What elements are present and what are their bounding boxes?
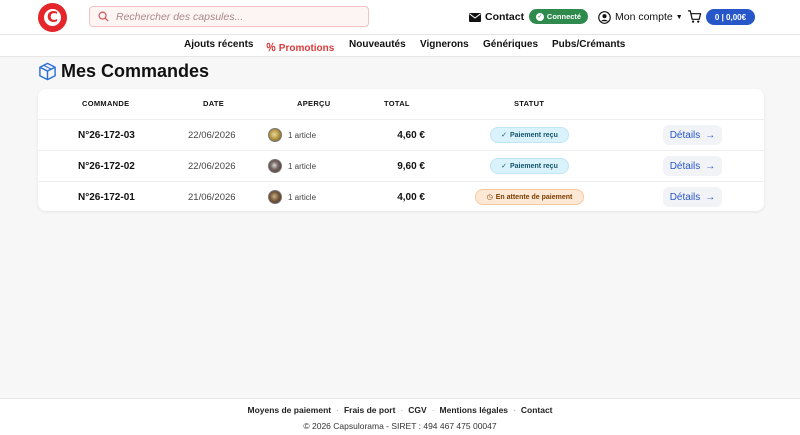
table-row: N°26-172-01 21/06/2026 1 article 4,00 € … <box>38 181 764 211</box>
arrow-right-icon: → <box>705 160 716 172</box>
orders-table: COMMANDE DATE APERÇU TOTAL STATUT N°26-1… <box>38 89 764 211</box>
status-label: En attente de paiement <box>495 193 573 201</box>
details-button[interactable]: Détails → <box>663 125 722 145</box>
separator: · <box>336 405 339 415</box>
preview-count: 1 article <box>288 130 317 140</box>
details-label: Détails <box>669 191 701 203</box>
footer-link-cgv[interactable]: CGV <box>408 405 426 415</box>
arrow-right-icon: → <box>705 191 716 203</box>
connected-label: Connecté <box>546 12 582 21</box>
capsule-thumbnail[interactable] <box>268 128 282 142</box>
clock-icon: ◷ <box>486 194 493 201</box>
search-input[interactable] <box>116 9 361 24</box>
footer-link-legal[interactable]: Mentions légales <box>440 405 509 415</box>
cart-icon[interactable] <box>687 9 702 24</box>
box-icon <box>39 62 56 80</box>
search-box[interactable] <box>89 6 369 27</box>
order-number: N°26-172-02 <box>78 160 135 172</box>
search-icon <box>98 11 109 22</box>
nav-item-promotions[interactable]: ％ Promotions <box>266 39 334 54</box>
details-label: Détails <box>669 160 701 172</box>
footer-link-contact[interactable]: Contact <box>521 405 553 415</box>
status-badge: ✓ Paiement reçu <box>490 127 569 143</box>
contact-label: Contact <box>485 11 525 23</box>
status-label: Paiement reçu <box>510 162 558 170</box>
separator: · <box>400 405 404 415</box>
preview-count: 1 article <box>288 192 317 202</box>
details-button[interactable]: Détails → <box>663 156 722 176</box>
order-date: 22/06/2026 <box>188 160 236 172</box>
separator: · <box>431 405 435 415</box>
check-icon: ✓ <box>501 132 507 139</box>
nav-item-generics[interactable]: Génériques <box>483 39 538 50</box>
order-total: 9,60 € <box>397 160 425 172</box>
logo[interactable]: C <box>38 3 67 32</box>
details-label: Détails <box>669 129 701 141</box>
footer-link-payment[interactable]: Moyens de paiement <box>247 405 331 415</box>
column-header-date: DATE <box>203 99 225 108</box>
status-badge: ✓ Paiement reçu <box>490 158 569 174</box>
page-title: Mes Commandes <box>38 61 209 81</box>
cart-total-button[interactable]: 0 | 0,00€ <box>706 9 755 25</box>
separator: · <box>513 405 516 415</box>
account-menu[interactable]: Mon compte ▼ <box>598 9 683 25</box>
column-header-status: STATUT <box>514 99 545 108</box>
order-preview: 1 article <box>268 151 316 181</box>
order-number: N°26-172-03 <box>78 129 135 141</box>
check-icon: ✓ <box>535 12 544 21</box>
nav-item-new[interactable]: Nouveautés <box>349 39 406 50</box>
footer-links: Moyens de paiement · Frais de port · CGV · Men… <box>0 405 800 415</box>
account-label: Mon compte <box>615 11 673 23</box>
chevron-down-icon: ▼ <box>675 13 683 21</box>
nav-item-recent[interactable]: Ajouts récents <box>184 39 253 50</box>
order-total: 4,00 € <box>397 191 425 203</box>
connected-badge: ✓ Connecté <box>529 9 588 24</box>
check-icon: ✓ <box>501 163 507 170</box>
details-button[interactable]: Détails → <box>663 187 722 207</box>
logo-glyph: C <box>47 8 59 26</box>
page-title-text: Mes Commandes <box>61 60 210 81</box>
copyright: © 2026 Capsulorama - SIRET : 494 467 475… <box>303 421 497 431</box>
order-preview: 1 article <box>268 120 316 150</box>
contact-link[interactable]: Contact <box>469 10 524 24</box>
order-date: 21/06/2026 <box>188 191 236 203</box>
order-date: 22/06/2026 <box>188 129 236 141</box>
table-row: N°26-172-02 22/06/2026 1 article 9,60 € … <box>38 150 764 180</box>
column-header-order: COMMANDE <box>82 99 130 108</box>
column-header-preview: APERÇU <box>297 99 331 108</box>
status-badge: ◷ En attente de paiement <box>475 189 584 205</box>
top-header: C Contact ✓ Connecté Mon compte ▼ 0 | 0,… <box>0 0 800 35</box>
user-icon <box>598 10 611 24</box>
order-total: 4,60 € <box>397 129 425 141</box>
order-preview: 1 article <box>268 182 316 212</box>
status-label: Paiement reçu <box>510 131 558 139</box>
nav-item-promotions-label: Promotions <box>278 43 335 54</box>
order-number: N°26-172-01 <box>78 191 135 203</box>
arrow-right-icon: → <box>705 129 716 141</box>
footer-link-shipping[interactable]: Frais de port <box>344 405 395 415</box>
nav-item-winemakers[interactable]: Vignerons <box>420 39 469 50</box>
preview-count: 1 article <box>288 161 317 171</box>
percent-icon: ％ <box>266 43 279 54</box>
capsule-thumbnail[interactable] <box>268 159 282 173</box>
column-header-total: TOTAL <box>384 99 410 108</box>
table-row: N°26-172-03 22/06/2026 1 article 4,60 € … <box>38 119 764 149</box>
category-nav: Ajouts récents ％ Promotions Nouveautés V… <box>0 35 800 57</box>
nav-item-pubs[interactable]: Pubs/Crémants <box>552 39 625 50</box>
envelope-icon <box>469 12 481 22</box>
capsule-thumbnail[interactable] <box>268 190 282 204</box>
footer: Moyens de paiement · Frais de port · CGV · Men… <box>0 398 800 435</box>
